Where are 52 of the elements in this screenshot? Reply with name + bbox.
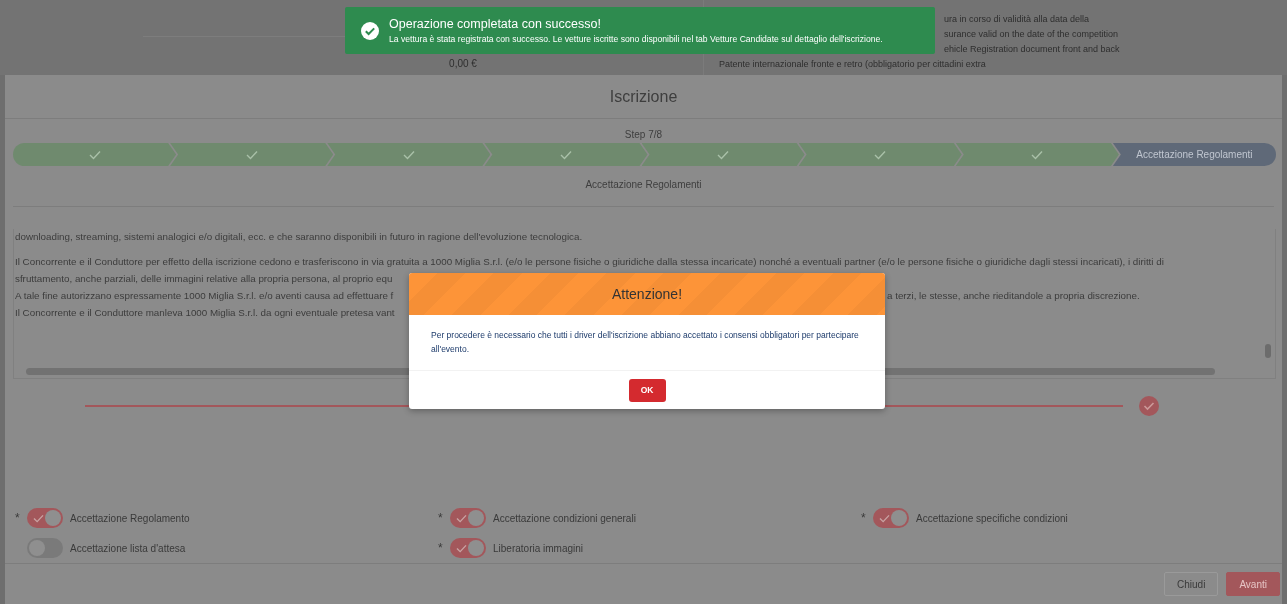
toggle-switch[interactable] [450,508,486,528]
toast-title: Operazione completata con successo! [389,17,602,31]
step-item[interactable] [798,143,962,166]
required-mark: * [438,541,444,555]
check-icon [1031,149,1044,160]
step-counter: Step 7/8 [623,129,664,140]
consent-label: Accettazione lista d'attesa [70,542,186,554]
toast-message: La vettura è stata registrata con successo. Le vetture iscritte sono disponibili nel tab Vetture Candidate sul dettaglio dell'iscrizione. [389,34,883,44]
check-icon [879,513,890,523]
step-item[interactable] [327,143,491,166]
step-item[interactable] [170,143,334,166]
step-item[interactable] [955,143,1119,166]
dialog-title: Iscrizione [609,87,678,106]
terms-line: a terzi, le stesse, anche rieditandole a propria discrezione. [887,289,1140,303]
check-icon [402,149,415,160]
alert-message: Per procedere è necessario che tutti i driver dell'iscrizione abbiano accettato i consensi obbligatori per partecipare all'evento. [430,329,860,356]
check-icon [874,149,887,160]
requirement-text: surance valid on the date of the competition [944,29,1120,39]
check-icon [456,513,467,523]
check-icon [33,513,44,523]
consent-label: Accettazione specifiche condizioni [916,512,1068,524]
consent-label: Accettazione Regolamento [70,512,190,524]
check-icon [245,149,258,160]
price-text: 0,00 € [449,58,477,69]
next-button[interactable]: Avanti [1226,572,1280,596]
step-item[interactable] [13,143,177,166]
terms-line: A tale fine autorizzano espressamente 1000 Miglia S.r.l. e/o aventi causa ad effettuare f [15,289,394,303]
step-item[interactable] [484,143,648,166]
required-mark: * [15,511,21,525]
step-item[interactable] [641,143,805,166]
check-circle-icon [361,21,379,40]
check-icon [717,149,730,160]
ok-button[interactable]: OK [628,378,666,402]
terms-line: sfruttamento, anche parziali, delle immagini relative alla propria persona, al proprio equ [15,272,393,286]
close-button[interactable]: Chiudi [1164,572,1219,596]
required-mark: * [861,511,867,525]
toggle-switch[interactable] [450,538,486,558]
check-circle-icon [1139,396,1159,416]
alert-title: Attenzione! [611,286,683,302]
consent-label: Accettazione condizioni generali [493,512,636,524]
required-mark: * [438,511,444,525]
step-item[interactable]: Accettazione Regolamenti [1112,143,1276,166]
terms-line: downloading, streaming, sistemi analogici e/o digitali, ecc. e che saranno disponibili in futuro in ragione dell'evoluzione tecnologica. [15,230,583,244]
check-icon [559,149,572,160]
terms-line: Il Concorrente e il Conduttore manleva 1000 Miglia S.r.l. da ogni eventuale pretesa vant [15,306,395,320]
toggle-switch[interactable] [27,508,63,528]
consent-label: Liberatoria immagini [493,542,584,554]
toggle-switch[interactable] [873,508,909,528]
section-title: Accettazione Regolamenti [13,166,1274,207]
check-icon [456,543,467,553]
requirement-text: ehicle Registration document front and back [944,44,1121,54]
check-icon [88,149,101,160]
